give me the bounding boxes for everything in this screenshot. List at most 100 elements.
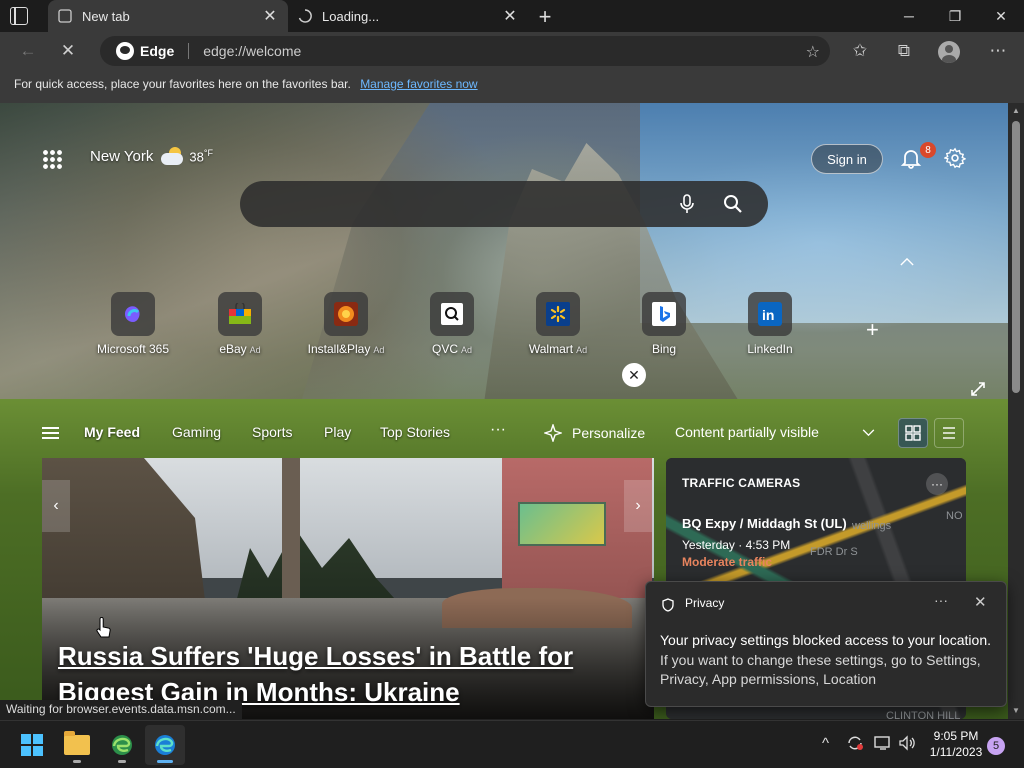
collections-icon[interactable]: ⧉	[894, 41, 914, 61]
quick-link-label: LinkedIn	[747, 342, 793, 356]
nav-my-feed[interactable]: My Feed	[84, 424, 140, 440]
quick-link-install-play[interactable]: Install&Play Ad	[293, 292, 399, 356]
carousel-prev-button[interactable]: ‹	[42, 480, 70, 532]
folder-icon	[64, 731, 90, 755]
tab-loading[interactable]: Loading... ✕	[288, 0, 528, 32]
quick-link-bing[interactable]: Bing	[611, 292, 717, 356]
tab-new-tab[interactable]: New tab ✕	[48, 0, 288, 32]
network-icon[interactable]	[874, 735, 892, 755]
quick-link-linkedin[interactable]: in LinkedIn	[717, 292, 823, 356]
favorites-icon[interactable]: ✩	[850, 41, 870, 61]
weather-widget[interactable]: New York 38°F	[90, 147, 213, 165]
traffic-timestamp: Yesterday · 4:53 PM	[682, 538, 791, 552]
page-settings-gear-icon[interactable]	[942, 147, 967, 169]
privacy-more-button[interactable]: ···	[934, 592, 948, 608]
carousel-next-button[interactable]: ›	[624, 480, 652, 532]
restore-button[interactable]: ❐	[932, 0, 978, 32]
nav-more-button[interactable]: ···	[490, 421, 506, 439]
hand-cursor-icon	[96, 617, 111, 638]
personalize-sparkle-icon	[542, 422, 564, 444]
nav-sports[interactable]: Sports	[252, 424, 292, 440]
grid-layout-icon[interactable]	[898, 418, 928, 448]
quick-link-label: Walmart	[528, 342, 574, 356]
menu-hamburger-icon[interactable]	[42, 427, 59, 439]
hero-news-card[interactable]: Russia Suffers 'Huge Losses' in Battle f…	[42, 458, 654, 719]
taskbar: ^ 9:05 PM 1/11/2023 5	[0, 720, 1024, 768]
microsoft-365-icon	[111, 292, 155, 336]
search-icon[interactable]	[722, 193, 744, 215]
web-search-box[interactable]	[240, 181, 768, 227]
scrollbar-thumb[interactable]	[1012, 121, 1020, 393]
weather-temperature: 38°F	[189, 147, 213, 165]
map-label: FDR Dr S	[810, 546, 858, 558]
sync-icon[interactable]	[846, 735, 864, 755]
notification-center-badge[interactable]: 5	[987, 737, 1005, 755]
new-tab-button[interactable]: +	[534, 4, 556, 30]
collapse-chevron-icon[interactable]	[900, 253, 916, 267]
running-indicator	[73, 760, 81, 763]
privacy-close-button[interactable]: ✕	[974, 593, 987, 611]
back-button[interactable]: ←	[18, 41, 38, 61]
hero-close-button[interactable]: ✕	[622, 363, 646, 387]
add-quick-link-button[interactable]: +	[866, 317, 879, 343]
tab-actions-icon[interactable]	[10, 7, 28, 25]
volume-icon[interactable]	[898, 735, 916, 755]
profile-avatar[interactable]	[938, 41, 960, 63]
personalize-button[interactable]: Personalize	[542, 422, 646, 444]
sign-in-button[interactable]: Sign in	[811, 144, 883, 174]
personalize-label: Personalize	[572, 425, 646, 441]
privacy-detail: If you want to change these settings, go…	[660, 652, 981, 687]
page-scrollbar[interactable]: ▲ ▼	[1008, 103, 1024, 719]
ad-label: Ad	[576, 345, 588, 355]
edge-beta-button[interactable]	[102, 725, 142, 765]
privacy-title: Privacy	[685, 596, 725, 610]
url-text[interactable]: edge://welcome	[203, 43, 301, 59]
start-button[interactable]	[12, 725, 52, 765]
content-visibility-dropdown[interactable]: Content partially visible	[675, 424, 819, 440]
edge-taskbar-button[interactable]	[145, 725, 185, 765]
traffic-location: BQ Expy / Middagh St (UL)	[682, 516, 847, 531]
nav-top-stories[interactable]: Top Stories	[380, 424, 450, 440]
scroll-down-arrow-icon[interactable]: ▼	[1011, 706, 1021, 716]
tray-overflow-chevron-icon[interactable]: ^	[822, 735, 829, 752]
privacy-notification: Privacy ··· ✕ Your privacy settings bloc…	[645, 581, 1007, 707]
tab-close-icon[interactable]: ✕	[262, 6, 278, 26]
quick-link-walmart[interactable]: Walmart Ad	[505, 292, 611, 356]
stop-button[interactable]: ✕	[58, 41, 78, 61]
quick-link-qvc[interactable]: QVC Ad	[399, 292, 505, 356]
loading-spinner-icon	[298, 9, 312, 23]
settings-more-icon[interactable]: ⋯	[988, 41, 1008, 61]
hero-image-mural	[518, 502, 606, 546]
map-label: wellings	[852, 520, 892, 532]
nav-play[interactable]: Play	[324, 424, 351, 440]
app-launcher-icon[interactable]	[42, 149, 62, 169]
quick-link-microsoft-365[interactable]: Microsoft 365	[80, 292, 186, 356]
chevron-down-icon[interactable]	[862, 425, 875, 440]
expand-icon[interactable]	[970, 381, 986, 397]
search-input[interactable]	[260, 193, 660, 215]
brand-label: Edge	[140, 43, 175, 59]
minimize-button[interactable]: ─	[886, 0, 932, 32]
tab-close-icon[interactable]: ✕	[502, 6, 518, 26]
title-bar: New tab ✕ Loading... ✕ + ─ ❐ ✕	[0, 0, 1024, 32]
add-favorite-icon[interactable]: ☆	[806, 42, 820, 62]
scroll-up-arrow-icon[interactable]: ▲	[1011, 106, 1021, 116]
manage-favorites-link[interactable]: Manage favorites now	[360, 77, 477, 91]
microphone-icon[interactable]	[676, 193, 698, 215]
address-bar[interactable]: Edge edge://welcome ☆	[100, 36, 830, 66]
ad-label: Ad	[249, 345, 261, 355]
privacy-message: Your privacy settings blocked access to …	[660, 632, 991, 648]
ad-label: Ad	[461, 345, 473, 355]
file-explorer-button[interactable]	[57, 725, 97, 765]
quick-link-ebay[interactable]: eBay Ad	[187, 292, 293, 356]
list-layout-icon[interactable]	[934, 418, 964, 448]
partly-cloudy-icon	[161, 147, 185, 165]
nav-gaming[interactable]: Gaming	[172, 424, 221, 440]
status-bar: Waiting for browser.events.data.msn.com.…	[0, 700, 242, 720]
browser-toolbar: ← ✕ Edge edge://welcome ☆ ✩ ⧉ ⋯	[0, 32, 1024, 70]
system-clock[interactable]: 9:05 PM 1/11/2023	[926, 728, 986, 760]
window-close-button[interactable]: ✕	[978, 0, 1024, 32]
traffic-more-button[interactable]: ···	[926, 473, 948, 495]
address-separator	[188, 43, 190, 59]
quick-link-label: QVC	[431, 342, 458, 356]
